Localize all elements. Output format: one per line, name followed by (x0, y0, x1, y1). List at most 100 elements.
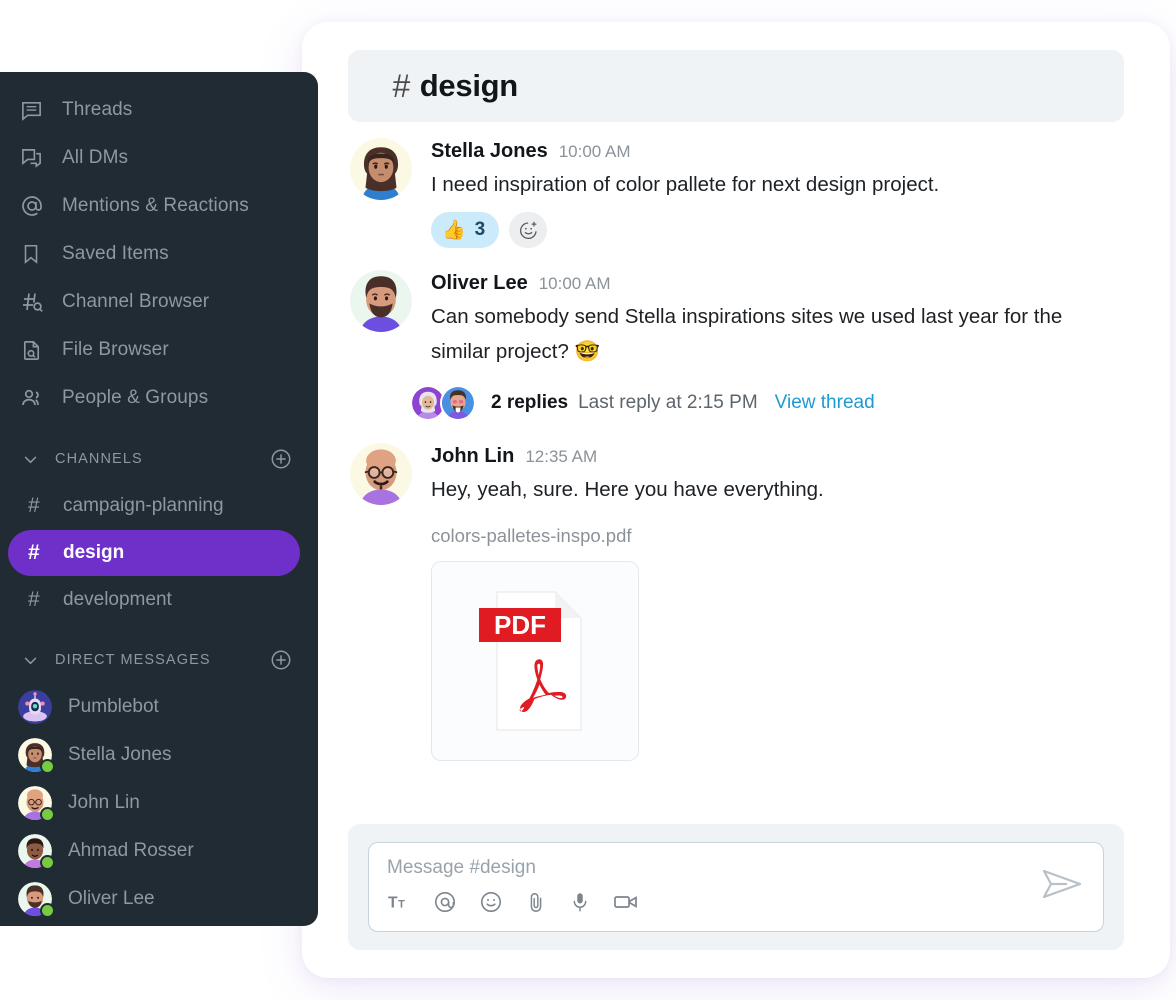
channel-label: development (63, 589, 172, 610)
message-text: I need inspiration of color pallete for … (431, 173, 940, 196)
online-status-dot (40, 903, 55, 918)
sidebar-channel-campaign-planning[interactable]: # campaign-planning (8, 483, 300, 529)
hash-icon: # (28, 588, 40, 611)
add-channel-button[interactable] (270, 448, 292, 470)
avatar-oliver[interactable] (350, 270, 412, 332)
send-button[interactable] (1041, 867, 1085, 906)
message-text: Can somebody send Stella inspirations si… (431, 305, 1063, 363)
page-title: design (419, 68, 518, 103)
dms-section-header[interactable]: DIRECT MESSAGES (0, 637, 318, 683)
sidebar-item-people-groups[interactable]: People & Groups (0, 374, 318, 422)
avatar (18, 882, 55, 918)
people-icon (20, 386, 50, 410)
attachment-icon[interactable] (525, 890, 547, 914)
channel-label: design (63, 542, 125, 563)
sidebar-dm-ahmad-rosser[interactable]: Ahmad Rosser (0, 827, 318, 875)
emoji-icon[interactable] (479, 890, 503, 914)
avatar (18, 834, 55, 870)
sidebar-item-label: File Browser (62, 339, 169, 360)
message-author[interactable]: Oliver Lee (431, 272, 528, 295)
add-dm-button[interactable] (270, 649, 292, 671)
sidebar-item-mentions-reactions[interactable]: Mentions & Reactions (0, 182, 318, 230)
pdf-file-icon: PDF (479, 591, 582, 731)
hash-icon: # (28, 541, 40, 564)
sidebar-dm-john-lin[interactable]: John Lin (0, 779, 318, 827)
hash-icon: # (392, 67, 410, 104)
sidebar-dm-oliver-lee[interactable]: Oliver Lee (0, 875, 318, 923)
reactions-row: 👍 3 (431, 212, 1124, 248)
chevron-down-icon (22, 652, 44, 669)
online-status-dot (40, 855, 55, 870)
sidebar-item-threads[interactable]: Threads (0, 86, 318, 134)
message-text: Hey, yeah, sure. Here you have everythin… (431, 478, 824, 501)
dm-label: Pumblebot (68, 696, 159, 717)
online-status-dot (40, 759, 55, 774)
all-dms-icon (20, 146, 50, 170)
sidebar-item-channel-browser[interactable]: Channel Browser (0, 278, 318, 326)
message-composer[interactable]: Message #design T T (368, 842, 1104, 932)
message-author[interactable]: John Lin (431, 445, 514, 468)
channel-browser-icon (20, 290, 50, 314)
threads-icon (20, 98, 50, 122)
message-timestamp: 10:00 AM (558, 142, 631, 161)
message-body: Oliver Lee 10:00 AM Can somebody send St… (431, 270, 1124, 369)
svg-text:PDF: PDF (494, 610, 546, 640)
avatar (18, 690, 52, 724)
sidebar-dm-stella-jones[interactable]: Stella Jones (0, 731, 318, 779)
channel-label: campaign-planning (63, 495, 224, 516)
avatar-john[interactable] (350, 443, 412, 505)
sidebar-dm-pumblebot[interactable]: Pumblebot (0, 683, 318, 731)
sidebar-item-saved-items[interactable]: Saved Items (0, 230, 318, 278)
file-browser-icon (20, 338, 50, 362)
thread-summary[interactable]: 2 replies Last reply at 2:15 PM View thr… (348, 385, 1124, 421)
message-item: Oliver Lee 10:00 AM Can somebody send St… (348, 270, 1124, 369)
message-item: John Lin 12:35 AM Hey, yeah, sure. Here … (348, 443, 1124, 761)
message-author[interactable]: Stella Jones (431, 140, 548, 163)
message-header: John Lin 12:35 AM (431, 445, 1124, 468)
online-status-dot (40, 807, 55, 822)
avatar-thread-participant-2 (440, 385, 476, 421)
message-body: John Lin 12:35 AM Hey, yeah, sure. Here … (431, 443, 1124, 761)
bookmark-icon (20, 242, 50, 266)
svg-text:T: T (398, 899, 405, 911)
mention-icon[interactable] (433, 890, 457, 914)
message-header: Oliver Lee 10:00 AM (431, 272, 1124, 295)
dm-label: John Lin (68, 792, 140, 813)
avatar-stella[interactable] (350, 138, 412, 200)
attachment-preview-pdf[interactable]: PDF (431, 561, 639, 761)
avatar-pumblebot (18, 690, 52, 724)
video-icon[interactable] (613, 890, 639, 914)
dms-section-title: DIRECT MESSAGES (55, 652, 211, 668)
message-item: Stella Jones 10:00 AM I need inspiration… (348, 138, 1124, 248)
sidebar-item-file-browser[interactable]: File Browser (0, 326, 318, 374)
message-timestamp: 12:35 AM (525, 447, 598, 466)
channels-section-title: CHANNELS (55, 451, 143, 467)
reaction-count: 3 (474, 219, 486, 240)
microphone-icon[interactable] (569, 890, 591, 914)
message-header: Stella Jones 10:00 AM (431, 140, 1124, 163)
channel-header: # design (348, 50, 1124, 122)
reaction-thumbsup[interactable]: 👍 3 (431, 212, 500, 248)
sidebar-item-label: Mentions & Reactions (62, 195, 249, 216)
message-body: Stella Jones 10:00 AM I need inspiration… (431, 138, 1124, 248)
attachment-filename[interactable]: colors-palletes-inspo.pdf (431, 525, 1124, 547)
format-text-icon[interactable]: T T (387, 891, 411, 913)
dm-label: Stella Jones (68, 744, 172, 765)
sidebar-channel-design[interactable]: # design (8, 530, 300, 576)
channels-section-header[interactable]: CHANNELS (0, 436, 318, 482)
message-input-placeholder[interactable]: Message #design (387, 857, 1085, 879)
thumbs-up-icon: 👍 (442, 219, 466, 241)
sidebar-nav: Threads All DMs Mentions & Reactions Sav… (0, 72, 318, 422)
view-thread-link[interactable]: View thread (775, 392, 875, 414)
add-reaction-button[interactable] (509, 212, 548, 248)
thread-participants (410, 385, 476, 421)
mentions-icon (20, 194, 50, 218)
sidebar-channel-development[interactable]: # development (8, 577, 300, 623)
dm-label: Ahmad Rosser (68, 840, 194, 861)
sidebar-item-label: All DMs (62, 147, 129, 168)
hash-icon: # (28, 494, 40, 517)
sidebar-item-all-dms[interactable]: All DMs (0, 134, 318, 182)
composer-toolbar: T T (387, 890, 1085, 914)
sidebar-item-label: Threads (62, 99, 133, 120)
sidebar-item-label: People & Groups (62, 387, 209, 408)
